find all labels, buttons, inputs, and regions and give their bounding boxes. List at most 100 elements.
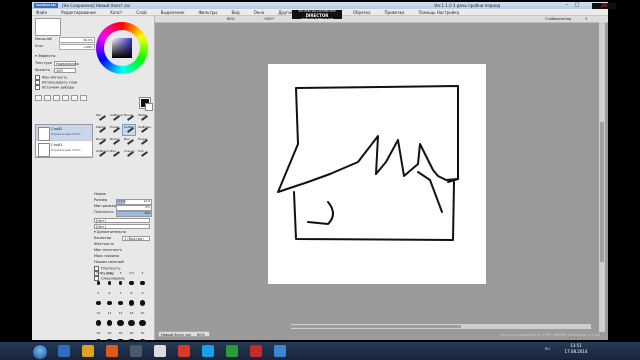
min-size-label: Мин размер xyxy=(94,204,116,208)
start-button[interactable] xyxy=(32,344,48,360)
layer-row[interactable]: Слой2 Нормальный 100% xyxy=(36,125,92,141)
size-preset-dot[interactable] xyxy=(126,318,137,328)
navigator-thumbnail[interactable] xyxy=(35,18,61,36)
paint-icon[interactable] xyxy=(274,345,286,357)
clear-layer-icon[interactable] xyxy=(71,95,78,101)
blend-mode[interactable]: Норма xyxy=(94,192,106,197)
nav-zoom-row[interactable]: Масштаб 60.0% xyxy=(35,36,95,43)
shape-select[interactable]: [Нет] xyxy=(94,218,150,223)
tool-pen[interactable]: Pen xyxy=(94,112,108,124)
size-preset-dot[interactable] xyxy=(104,318,115,328)
size-preset-dot[interactable] xyxy=(126,298,137,308)
tool-airbrush-2[interactable]: AirBrush xyxy=(94,148,109,160)
menu-layer[interactable]: Слой xyxy=(136,9,146,15)
copy-layer-icon[interactable] xyxy=(53,95,60,101)
new-layer-icon[interactable] xyxy=(35,95,42,101)
language-indicator[interactable]: RU xyxy=(545,347,550,351)
tool-marker[interactable]: Marker xyxy=(94,124,108,136)
size-preset-dot[interactable] xyxy=(137,298,148,308)
color-wheel[interactable] xyxy=(96,22,148,74)
record-icon[interactable] xyxy=(250,345,262,357)
zoom-box[interactable]: 60% xyxy=(227,16,235,22)
size-preset-dot[interactable] xyxy=(93,298,104,308)
ie-icon[interactable] xyxy=(58,345,70,357)
tool-brush[interactable]: Brush xyxy=(122,112,136,124)
density-slider[interactable]: 100 xyxy=(116,211,152,217)
effects-label: Эффекты xyxy=(37,54,56,58)
tool-crayon[interactable]: Crayon xyxy=(122,148,136,160)
horizontal-scroll-thumb[interactable] xyxy=(291,325,461,328)
merge-layer-icon[interactable] xyxy=(62,95,69,101)
menu-filters[interactable]: Фильтры xyxy=(198,9,217,15)
media-player-icon[interactable] xyxy=(106,345,118,357)
new-folder-icon[interactable] xyxy=(44,95,51,101)
size-preset-value: 6 xyxy=(108,291,111,295)
horizontal-scrollbar[interactable] xyxy=(291,324,591,329)
tool-bucket[interactable]: Bucket xyxy=(94,136,108,148)
tool-selpen[interactable]: SelPen xyxy=(122,124,136,136)
check-row-3[interactable]: Источник выбора xyxy=(35,85,74,91)
sai-icon[interactable] xyxy=(154,345,166,357)
layer-opacity: 100% xyxy=(72,148,81,152)
drawing-paper[interactable] xyxy=(268,64,486,284)
brush-dot-icon xyxy=(96,281,101,285)
layer-row[interactable]: Слой1 Нормальный 100% xyxy=(36,141,92,157)
size-preset-label: 14 xyxy=(115,308,126,318)
folder-icon[interactable] xyxy=(82,345,94,357)
size-preset-dot[interactable] xyxy=(115,278,126,288)
size-preset-dot[interactable] xyxy=(126,278,137,288)
quality-select[interactable]: 1 (Быстро) xyxy=(122,236,150,241)
tray-clock[interactable]: 13:51 17.08.2014 xyxy=(556,343,596,355)
rotate-box[interactable]: +000° xyxy=(263,16,274,22)
size-mult: x 1.0 xyxy=(118,199,126,203)
tool-selerase[interactable]: SelErase xyxy=(136,124,151,136)
size-preset-dot[interactable] xyxy=(137,278,148,288)
tool-blur-2[interactable]: Blur xyxy=(108,148,122,160)
delete-layer-icon[interactable] xyxy=(80,95,87,101)
tool-finger[interactable]: Finger xyxy=(136,136,150,148)
menu-edit[interactable]: Редактирование xyxy=(61,9,96,15)
background-color-swatch[interactable] xyxy=(145,103,153,111)
size-preset-dot[interactable] xyxy=(93,278,104,288)
texture-select[interactable]: [Нет] xyxy=(94,224,150,229)
layer-mode: Нормальный 100% xyxy=(51,148,81,152)
menu-view[interactable]: Вид xyxy=(231,9,239,15)
menu-selection[interactable]: Выделение xyxy=(161,9,185,15)
stabilizer-value[interactable]: 3 xyxy=(585,16,587,22)
check-label-1: Фон мягкость xyxy=(42,75,68,80)
vertical-scroll-thumb[interactable] xyxy=(600,122,604,262)
nav-zoom-label: Масштаб xyxy=(35,37,52,41)
menu-file[interactable]: Файл xyxy=(36,9,47,15)
tool-binary[interactable]: Binary xyxy=(108,136,122,148)
option-snap[interactable]: Привязка xyxy=(385,9,405,15)
size-preset-dot[interactable] xyxy=(93,318,104,328)
app-icon[interactable] xyxy=(226,345,238,357)
nav-angle-slider[interactable]: +000° xyxy=(59,44,95,50)
document-tab[interactable]: Новый Холст.sai 60% xyxy=(158,331,210,337)
tool-airbrush[interactable]: AirBrush xyxy=(108,112,123,124)
option-crop[interactable]: Обрезка xyxy=(353,9,371,15)
opera-icon[interactable] xyxy=(178,345,190,357)
opacity-input[interactable]: 100 xyxy=(54,68,76,73)
minimize-icon[interactable]: – xyxy=(562,2,572,9)
menu-canvas[interactable]: Холст xyxy=(110,9,122,15)
tool-app-icon[interactable] xyxy=(130,345,142,357)
skype-icon[interactable] xyxy=(202,345,214,357)
size-preset-dot[interactable] xyxy=(104,298,115,308)
size-preset-dot[interactable] xyxy=(115,298,126,308)
tool-blur[interactable]: Blur xyxy=(122,136,136,148)
color-square[interactable] xyxy=(112,38,132,58)
tool-sim[interactable]: Sim xyxy=(136,148,150,160)
size-preset-dot[interactable] xyxy=(115,318,126,328)
checkbox[interactable] xyxy=(35,85,40,90)
option-help[interactable]: Помощь Настройка xyxy=(418,9,459,15)
tool-eraser[interactable]: Eraser xyxy=(108,124,122,136)
vertical-scrollbar[interactable] xyxy=(599,22,605,332)
tool-water[interactable]: Water xyxy=(136,112,150,124)
size-preset-dot[interactable] xyxy=(104,278,115,288)
nav-angle-row[interactable]: Угол +000° xyxy=(35,43,95,50)
size-preset-dot[interactable] xyxy=(137,318,148,328)
menu-window[interactable]: Окно xyxy=(254,9,265,15)
maximize-icon[interactable]: □ xyxy=(572,2,582,9)
paper-select[interactable]: Нормальная xyxy=(54,61,79,66)
